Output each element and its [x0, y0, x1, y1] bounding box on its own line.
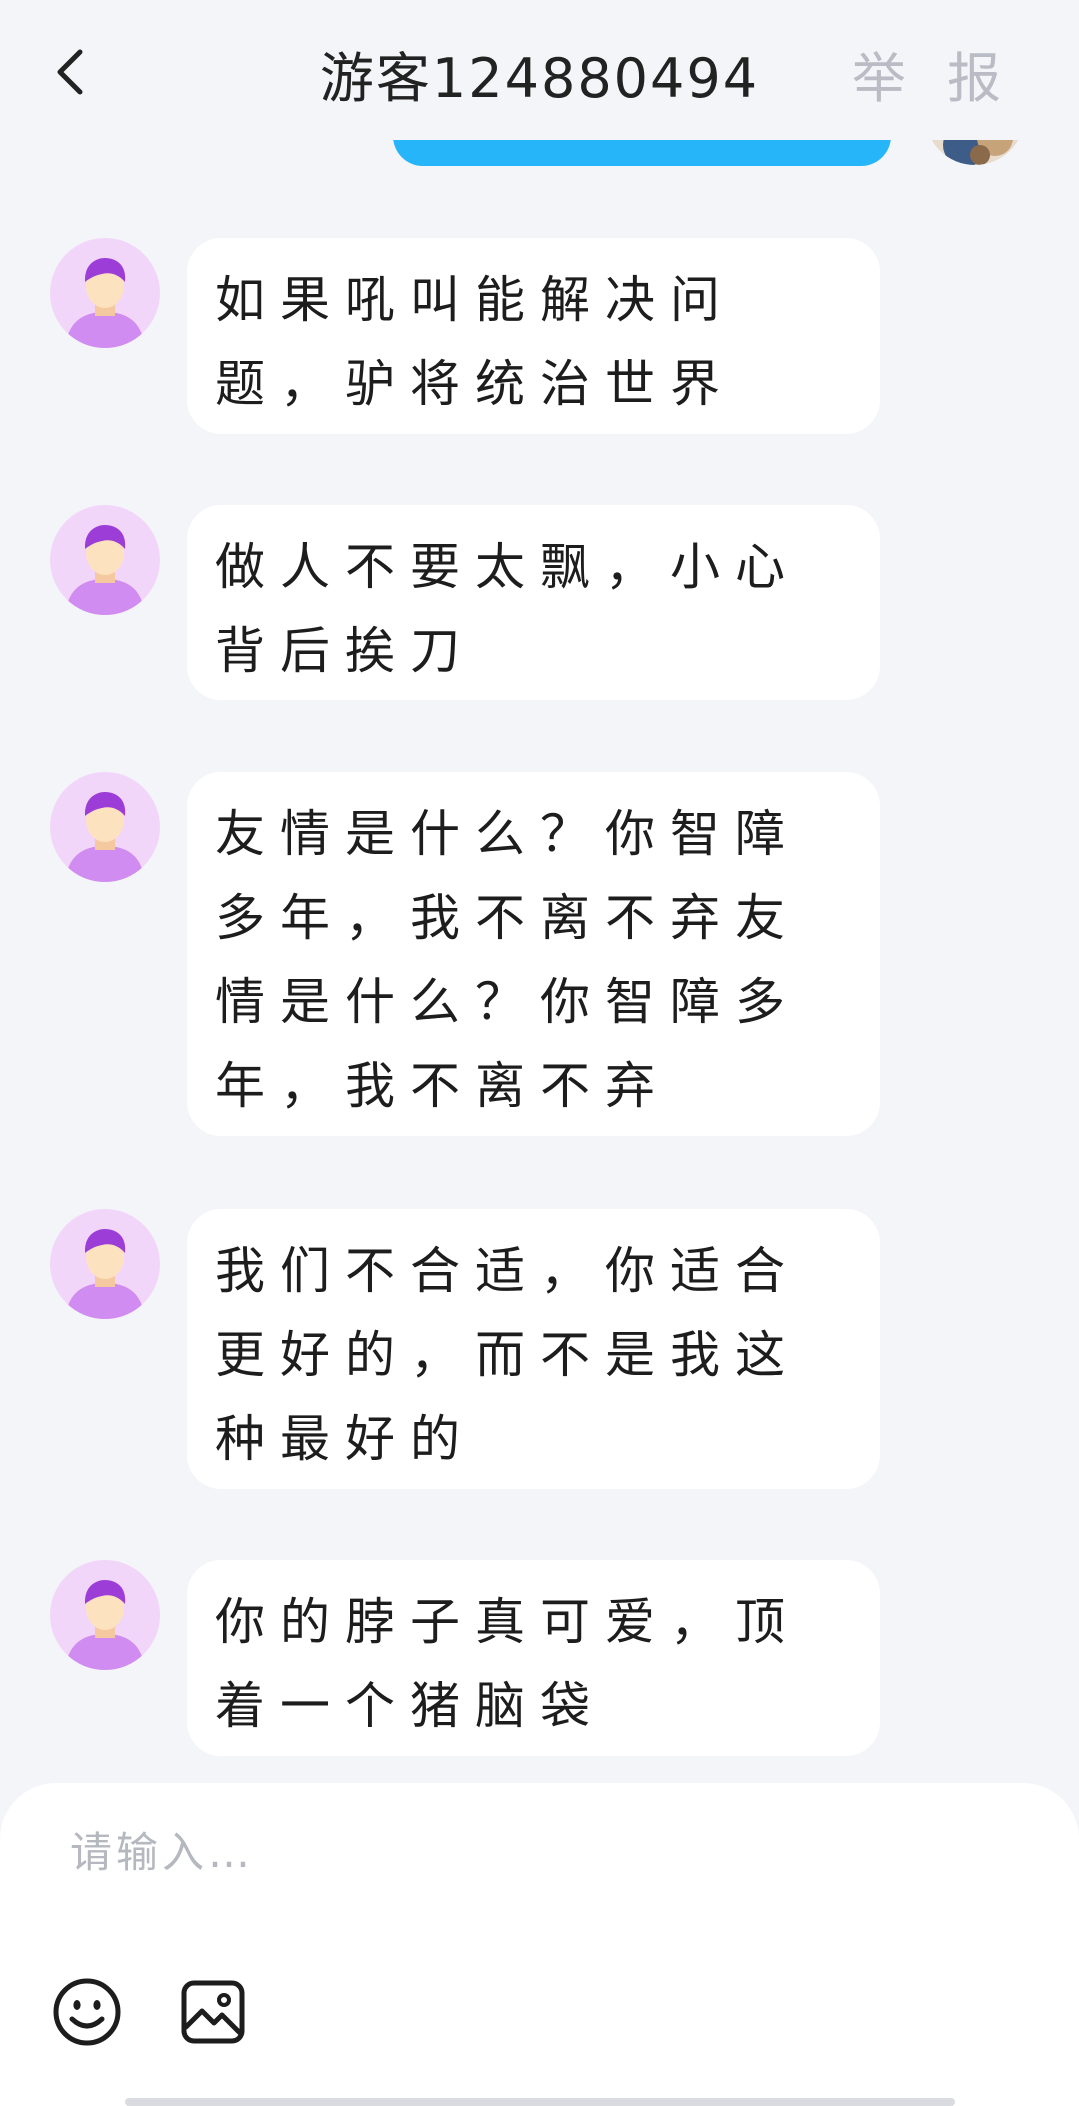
contact-avatar[interactable]: [50, 772, 160, 882]
message-bubble: 我们不合适，你适合更好的，而不是我这种最好的: [187, 1209, 880, 1489]
contact-avatar[interactable]: [50, 1209, 160, 1319]
chat-header: 游客124880494 举 报: [0, 0, 1079, 140]
user-avatar-icon: [65, 258, 145, 348]
home-indicator: [125, 2098, 955, 2106]
message-bubble: 如果吼叫能解决问题，驴将统治世界: [187, 238, 880, 434]
message-composer: [0, 1783, 1079, 2106]
report-button[interactable]: 举 报: [852, 34, 1013, 113]
message-bubble: 你的脖子真可爱，顶着一个猪脑袋: [187, 1560, 880, 1756]
contact-avatar[interactable]: [50, 1560, 160, 1670]
smiley-icon: [53, 1978, 121, 2046]
message-bubble: 做人不要太飘，小心背后挨刀: [187, 505, 880, 700]
user-avatar-icon: [65, 792, 145, 882]
image-icon: [181, 1980, 245, 2044]
message-input[interactable]: [70, 1817, 990, 1887]
image-button[interactable]: [180, 1979, 246, 2045]
user-avatar-icon: [65, 1580, 145, 1670]
contact-avatar[interactable]: [50, 238, 160, 348]
message-bubble: 友情是什么？你智障多年，我不离不弃友情是什么？你智障多年，我不离不弃: [187, 772, 880, 1136]
emoji-button[interactable]: [52, 1977, 122, 2047]
user-avatar-icon: [65, 525, 145, 615]
contact-avatar[interactable]: [50, 505, 160, 615]
user-avatar-icon: [65, 1229, 145, 1319]
